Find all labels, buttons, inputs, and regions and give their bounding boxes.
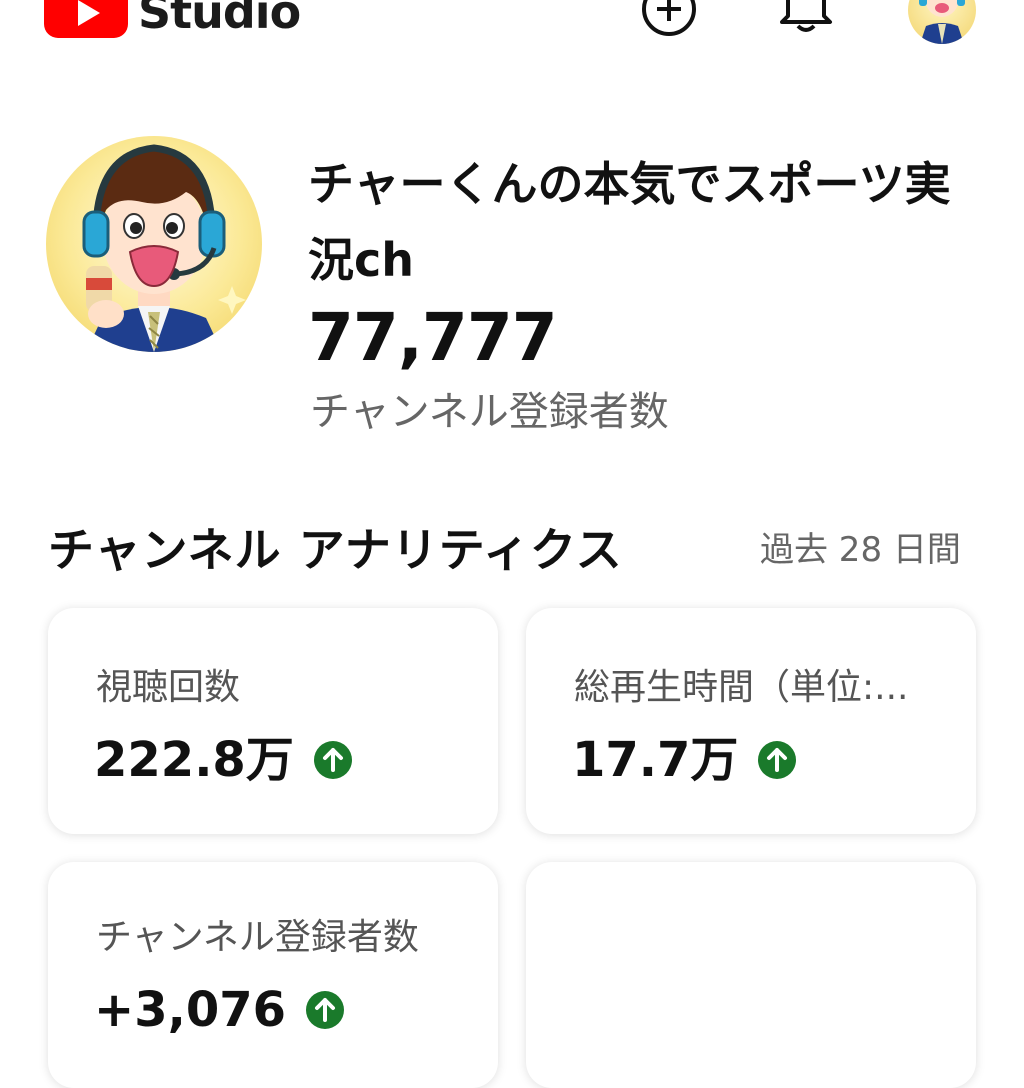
card-value-row: +3,076 (94, 980, 345, 1040)
studio-logo[interactable]: Studio (44, 0, 301, 39)
card-label: 視聴回数 (96, 667, 241, 708)
card-value-row: 17.7万 (572, 730, 797, 790)
channel-avatar[interactable] (46, 136, 262, 352)
card-value-row: 222.8万 (94, 730, 352, 790)
watch-time-card[interactable]: 総再生時間（単位:... 17.7万 (526, 608, 976, 834)
trend-up-icon (758, 741, 797, 779)
create-icon[interactable] (642, 0, 696, 36)
logo-text: Studio (138, 0, 301, 39)
youtube-play-icon (44, 0, 128, 38)
trend-up-icon (306, 991, 345, 1029)
card-label: 総再生時間（単位:... (574, 667, 909, 708)
card-value: +3,076 (94, 982, 287, 1038)
subscriber-count: 77,777 (308, 299, 558, 376)
subscriber-label: チャンネル登録者数 (310, 389, 669, 435)
app-bar: Studio (0, 0, 1024, 60)
analytics-period[interactable]: 過去 28 日間 (760, 526, 961, 574)
bell-icon[interactable] (776, 0, 836, 44)
views-card[interactable]: 視聴回数 222.8万 (48, 608, 498, 834)
empty-card[interactable] (526, 862, 976, 1088)
card-value: 17.7万 (572, 732, 739, 788)
trend-up-icon (313, 741, 352, 779)
channel-name: チャーくんの本気でスポーツ実況ch (308, 157, 951, 287)
card-value: 222.8万 (94, 732, 294, 788)
account-avatar[interactable] (908, 0, 976, 44)
analytics-title: チャンネル アナリティクス (48, 523, 623, 577)
subscribers-card[interactable]: チャンネル登録者数 +3,076 (48, 862, 498, 1088)
card-label: チャンネル登録者数 (96, 917, 419, 958)
